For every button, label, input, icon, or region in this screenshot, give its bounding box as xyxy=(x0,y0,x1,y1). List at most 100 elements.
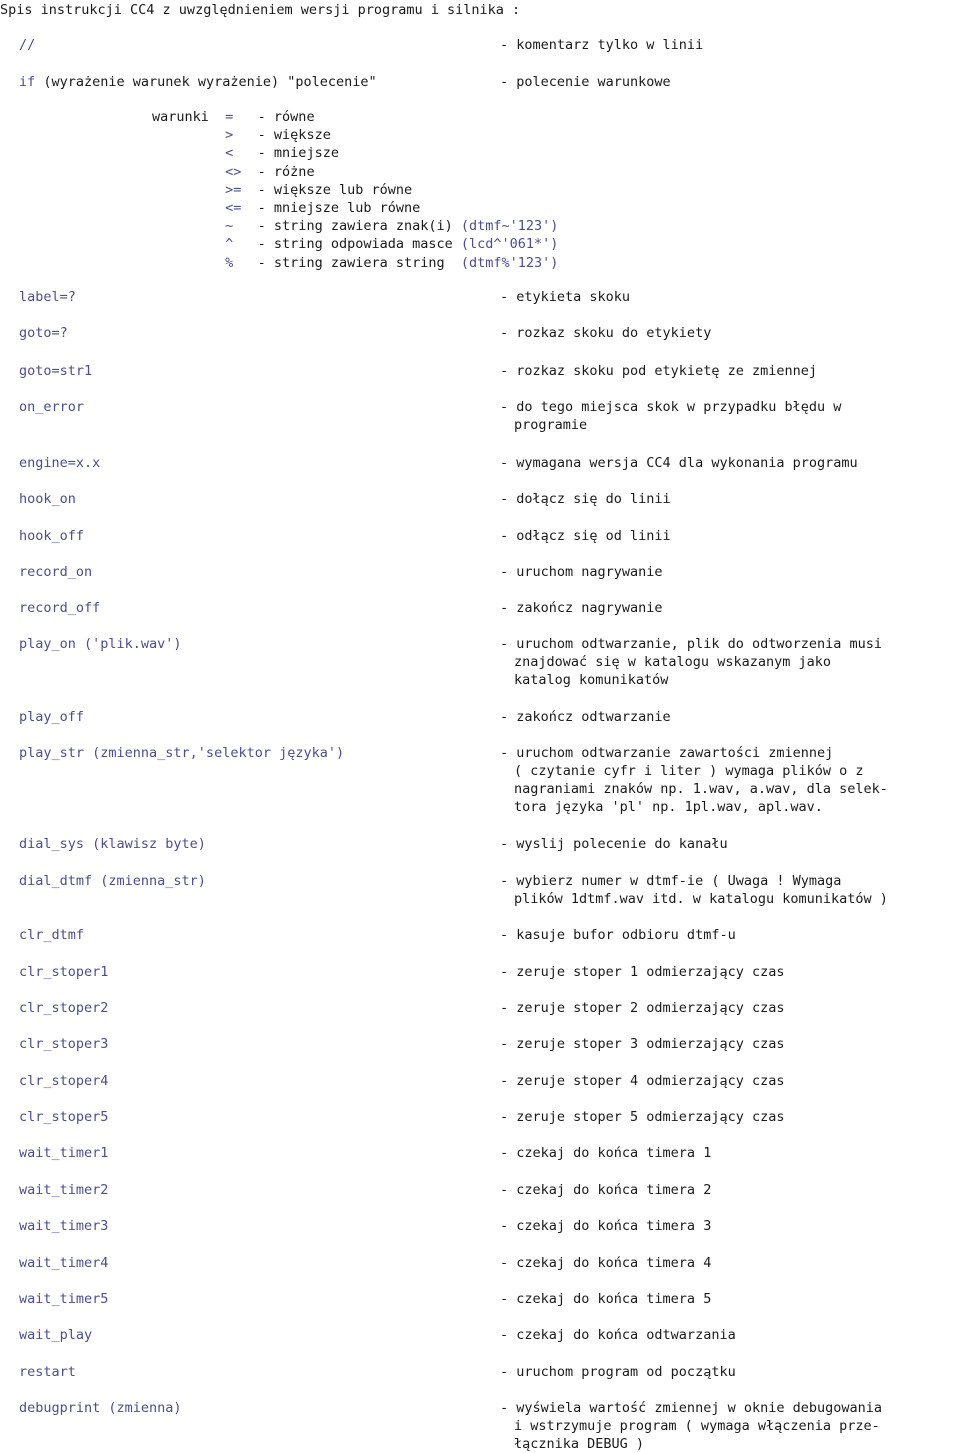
command-keyword: clr_stoper1 xyxy=(19,964,109,980)
command-keyword: dial_sys (klawisz byte) xyxy=(19,836,206,852)
command-description: - zakończ odtwarzanie xyxy=(500,708,960,726)
command-description-line: - czekaj do końca odtwarzania xyxy=(500,1327,736,1343)
conditions-label xyxy=(152,255,225,271)
condition-description: - string zawiera znak(i) xyxy=(257,218,461,235)
command-description: - zakończ nagrywanie xyxy=(500,599,960,617)
command-description: - czekaj do końca timera 1 xyxy=(500,1144,960,1162)
command-description-line: i wstrzymuje program ( wymaga włączenia … xyxy=(514,1418,880,1434)
command-keyword: hook_on xyxy=(19,491,76,507)
command-keyword: clr_stoper3 xyxy=(19,1036,109,1052)
command-keyword: dial_dtmf (zmienna_str) xyxy=(19,873,206,889)
command-description: - etykieta skoku xyxy=(500,288,960,306)
condition-operator: % xyxy=(225,254,258,271)
command-description-line: - kasuje bufor odbioru dtmf-u xyxy=(500,927,736,943)
command-description-line: - czekaj do końca timera 3 xyxy=(500,1218,712,1234)
conditions-label xyxy=(152,127,225,143)
command-keyword: clr_stoper5 xyxy=(19,1109,109,1125)
command-description: - czekaj do końca odtwarzania xyxy=(500,1326,960,1344)
command-description: - zeruje stoper 2 odmierzający czas xyxy=(500,999,960,1017)
condition-operator: ~ xyxy=(225,218,258,235)
condition-row: > - większe xyxy=(152,126,558,144)
command-keyword: record_off xyxy=(19,600,101,616)
command-keyword: on_error xyxy=(19,399,85,415)
condition-description: - większe xyxy=(257,127,331,144)
command-description: - uruchom nagrywanie xyxy=(500,563,960,581)
command-description: - wymagana wersja CC4 dla wykonania prog… xyxy=(500,454,960,472)
command-keyword: engine=x.x xyxy=(19,455,101,471)
command-keyword: play_off xyxy=(19,709,85,725)
command-description-line: - dołącz się do linii xyxy=(500,491,671,507)
condition-row: <> - różne xyxy=(152,163,558,181)
command-description-line: - wyświela wartość zmiennej w oknie debu… xyxy=(500,1400,883,1416)
command-description-line: ( czytanie cyfr i liter ) wymaga plików … xyxy=(514,763,864,779)
command-description-line: - zeruje stoper 1 odmierzający czas xyxy=(500,964,785,980)
command-keyword: play_on ('plik.wav') xyxy=(19,636,182,652)
condition-operator: ^ xyxy=(225,236,258,253)
command-description-line: - uruchom odtwarzanie, plik do odtworzen… xyxy=(500,636,883,652)
command-keyword: goto=? xyxy=(19,325,68,341)
condition-example: (dtmf%'123') xyxy=(460,254,559,271)
command-keyword: wait_timer3 xyxy=(19,1218,109,1234)
command-description: - zeruje stoper 5 odmierzający czas xyxy=(500,1108,960,1126)
command-description: - odłącz się od linii xyxy=(500,527,960,545)
condition-row: % - string zawiera string (dtmf%'123') xyxy=(152,254,558,272)
conditions-block: warunki = - równe > - większe < - mniejs… xyxy=(152,108,558,272)
command-description-line: - wyslij polecenie do kanału xyxy=(500,836,728,852)
condition-example: (dtmf~'123') xyxy=(460,218,559,235)
command-keyword: wait_timer5 xyxy=(19,1291,109,1307)
command-description-line: nagraniami znaków np. 1.wav, a.wav, dla … xyxy=(514,781,888,797)
command-description-line: tora języka 'pl' np. 1pl.wav, apl.wav. xyxy=(514,799,823,815)
condition-row: ^ - string odpowiada masce (lcd^'061*') xyxy=(152,235,558,253)
command-description: - zeruje stoper 4 odmierzający czas xyxy=(500,1072,960,1090)
conditions-label xyxy=(152,164,225,180)
condition-row: < - mniejsze xyxy=(152,144,558,162)
document-page: Spis instrukcji CC4 z uwzględnieniem wer… xyxy=(0,0,960,1453)
command-keyword: record_on xyxy=(19,564,93,580)
condition-operator: <= xyxy=(225,200,258,217)
condition-description: - większe lub równe xyxy=(257,181,413,198)
syntax-description: - komentarz tylko w linii xyxy=(500,37,704,53)
command-description-line: programie xyxy=(514,417,588,433)
condition-operator: >= xyxy=(225,181,258,198)
command-description: - do tego miejsca skok w przypadku błędu… xyxy=(500,398,960,434)
command-description: - kasuje bufor odbioru dtmf-u xyxy=(500,926,960,944)
command-keyword: wait_timer1 xyxy=(19,1145,109,1161)
command-description: - czekaj do końca timera 4 xyxy=(500,1254,960,1272)
command-keyword: clr_stoper2 xyxy=(19,1000,109,1016)
condition-row: >= - większe lub równe xyxy=(152,181,558,199)
command-description: - zeruje stoper 1 odmierzający czas xyxy=(500,963,960,981)
command-keyword: clr_dtmf xyxy=(19,927,85,943)
condition-operator: > xyxy=(225,127,258,144)
command-description-line: - uruchom program od początku xyxy=(500,1364,736,1380)
syntax-keyword: // xyxy=(19,37,36,53)
condition-row: warunki = - równe xyxy=(152,108,558,126)
command-description: - rozkaz skoku do etykiety xyxy=(500,324,960,342)
command-description-line: - do tego miejsca skok w przypadku błędu… xyxy=(500,399,842,415)
command-description-line: - rozkaz skoku pod etykietę ze zmiennej xyxy=(500,363,817,379)
command-description-line: znajdować się w katalogu wskazanym jako xyxy=(514,654,831,670)
condition-description: - różne xyxy=(257,163,315,180)
command-description: - uruchom odtwarzanie zawartości zmienne… xyxy=(500,744,960,816)
command-description-line: plików 1dtmf.wav itd. w katalogu komunik… xyxy=(514,891,888,907)
command-keyword: clr_stoper4 xyxy=(19,1073,109,1089)
conditions-label xyxy=(152,182,225,198)
syntax-keyword: if (wyrażenie warunek wyrażenie) "polece… xyxy=(19,74,377,90)
conditions-label xyxy=(152,236,225,252)
conditions-label xyxy=(152,145,225,161)
command-description-line: - odłącz się od linii xyxy=(500,528,671,544)
command-description-line: - zeruje stoper 4 odmierzający czas xyxy=(500,1073,785,1089)
condition-description: - string zawiera string xyxy=(257,254,461,271)
command-description: - dołącz się do linii xyxy=(500,490,960,508)
command-description-line: - etykieta skoku xyxy=(500,289,631,305)
command-description-line: - czekaj do końca timera 2 xyxy=(500,1182,712,1198)
command-description: - wyświela wartość zmiennej w oknie debu… xyxy=(500,1399,960,1453)
conditions-label: warunki xyxy=(152,109,226,125)
condition-operator: <> xyxy=(225,163,258,180)
condition-operator: = xyxy=(225,109,258,125)
condition-description: - mniejsze xyxy=(257,145,339,162)
condition-row: ~ - string zawiera znak(i) (dtmf~'123') xyxy=(152,217,558,235)
command-description-line: katalog komunikatów xyxy=(514,672,669,688)
condition-description: - równe xyxy=(257,109,315,125)
command-description-line: - zeruje stoper 5 odmierzający czas xyxy=(500,1109,785,1125)
command-keyword: restart xyxy=(19,1364,76,1380)
